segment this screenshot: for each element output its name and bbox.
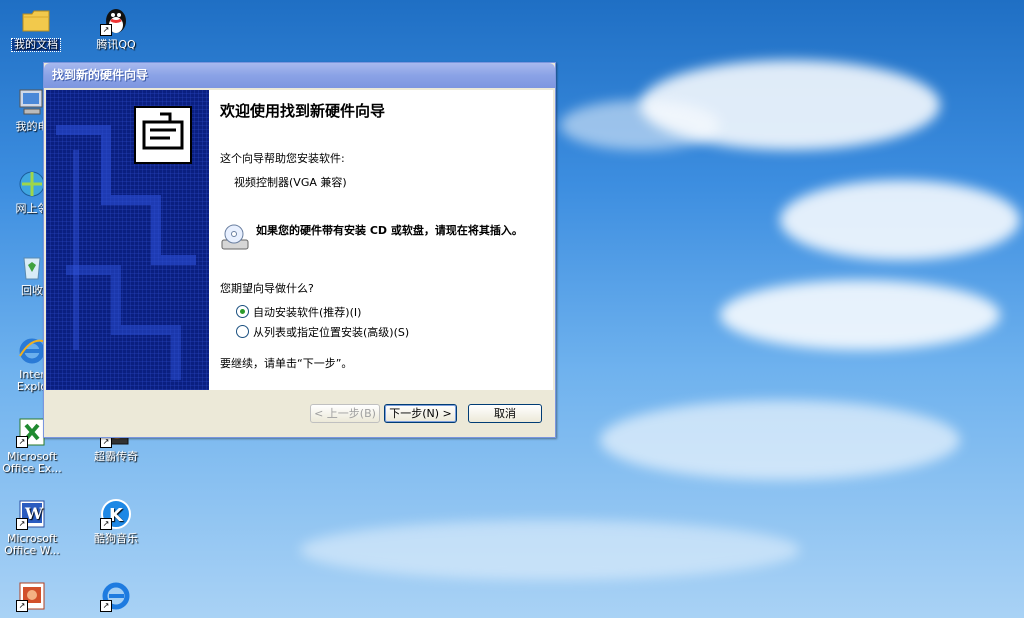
hardware-wizard-dialog: 找到新的硬件向导 欢迎使用找到新硬件向导 这个向导帮助您安装软件: 视频控制器(… [43, 62, 556, 438]
option-label: 自动安装软件(推荐)(I) [253, 306, 362, 319]
radio-button-checked[interactable] [236, 305, 249, 318]
desktop-icon-kugou[interactable]: K ↗ 酷狗音乐 [80, 498, 152, 545]
dialog-title: 找到新的硬件向导 [52, 68, 149, 82]
wizard-intro: 这个向导帮助您安装软件: [220, 152, 345, 165]
wizard-side-banner [46, 90, 209, 390]
desktop-icon-label: 酷狗音乐 [94, 532, 138, 545]
desktop-icon-label: Microsoft Office Ex... [2, 450, 62, 475]
powerpoint-icon: ↗ [16, 580, 48, 612]
continue-instruction: 要继续，请单击“下一步”。 [220, 357, 353, 370]
desktop-icon-label: 我的文档 [11, 38, 61, 52]
shortcut-arrow-icon: ↗ [16, 436, 28, 448]
shortcut-arrow-icon: ↗ [100, 600, 112, 612]
desktop-icon-label: 超霸传奇 [94, 450, 138, 463]
desktop-icon-label: Microsoft Office W... [4, 532, 60, 557]
option-list-install[interactable]: 从列表或指定位置安装(高级)(S) [236, 324, 409, 340]
dialog-titlebar[interactable]: 找到新的硬件向导 [44, 63, 555, 88]
kugou-icon: K ↗ [100, 498, 132, 530]
desktop-icon-ie-browser[interactable]: ↗ [80, 580, 152, 615]
next-button[interactable]: 下一步(N) > [384, 404, 457, 423]
hardware-card-icon [134, 106, 192, 164]
shortcut-arrow-icon: ↗ [100, 518, 112, 530]
cd-drive-icon [220, 222, 250, 252]
shortcut-arrow-icon: ↗ [16, 600, 28, 612]
word-icon: W ↗ [16, 498, 48, 530]
qq-penguin-icon: ↗ [100, 4, 132, 36]
folder-icon [20, 4, 52, 36]
shortcut-arrow-icon: ↗ [16, 518, 28, 530]
dialog-body: 欢迎使用找到新硬件向导 这个向导帮助您安装软件: 视频控制器(VGA 兼容) 如… [46, 90, 553, 390]
option-auto-install[interactable]: 自动安装软件(推荐)(I) [236, 304, 361, 320]
desktop-icon-my-documents[interactable]: 我的文档 [0, 4, 72, 52]
cancel-button[interactable]: 取消 [468, 404, 542, 423]
back-button[interactable]: < 上一步(B) [310, 404, 380, 423]
option-label: 从列表或指定位置安装(高级)(S) [253, 326, 410, 339]
radio-button[interactable] [236, 325, 249, 338]
wizard-question: 您期望向导做什么? [220, 282, 314, 295]
wizard-heading: 欢迎使用找到新硬件向导 [220, 102, 386, 120]
desktop-icon-qq[interactable]: ↗ 腾讯QQ [80, 4, 152, 51]
desktop-icon-label: 腾讯QQ [96, 38, 136, 51]
ie-browser-icon: ↗ [100, 580, 132, 612]
desktop-icon-word[interactable]: W ↗ Microsoft Office W... [0, 498, 68, 557]
shortcut-arrow-icon: ↗ [100, 24, 112, 36]
device-name: 视频控制器(VGA 兼容) [234, 176, 347, 189]
cd-notice-text: 如果您的硬件带有安装 CD 或软盘，请现在将其插入。 [256, 224, 523, 237]
desktop-icon-powerpoint[interactable]: ↗ [0, 580, 68, 615]
